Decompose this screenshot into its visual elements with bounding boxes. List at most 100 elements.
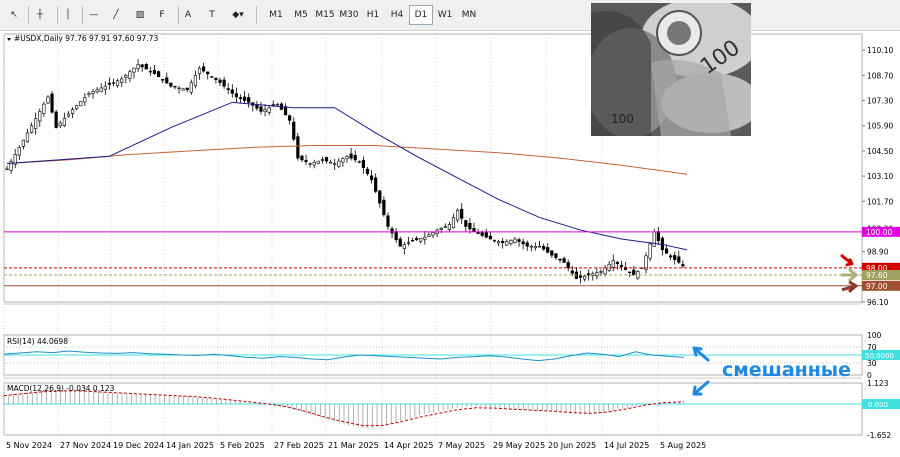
candle-bear (210, 76, 214, 78)
candle-bear (460, 208, 464, 219)
candle-bear (288, 115, 292, 121)
x-tick-label: 27 Nov 2024 (60, 441, 111, 450)
timeframe-m1-button[interactable]: M1 (264, 5, 288, 25)
candle-bear (488, 235, 492, 240)
annotation-arrow-down-icon (692, 380, 710, 396)
candle-bull (263, 109, 267, 112)
candle-bear (619, 264, 624, 267)
rsi-tick-label: 100 (867, 331, 882, 340)
y-tick-label: 110.10 (867, 46, 893, 55)
x-tick-label: 5 Feb 2025 (220, 441, 265, 450)
text-icon[interactable]: A (179, 5, 197, 25)
trendline-icon[interactable]: ╱ (107, 5, 125, 25)
candles (5, 59, 685, 284)
candle-bear (202, 66, 206, 72)
annotation-arrow-up-icon (692, 346, 710, 362)
candle-bull (99, 87, 103, 92)
candle-bear (324, 157, 329, 162)
candle-bull (337, 160, 341, 167)
timeframe-m5-button[interactable]: M5 (289, 5, 313, 25)
candle-bull (120, 78, 124, 83)
candle-bear (669, 255, 673, 258)
candle-bear (242, 96, 247, 101)
candle-bear (169, 82, 173, 87)
vertical-line-icon[interactable]: │ (59, 5, 77, 25)
candle-bear (570, 270, 574, 274)
candle-bull (648, 243, 652, 259)
candle-bull (193, 75, 198, 86)
candle-bear (480, 232, 484, 236)
annotation-text: смешанные (722, 359, 851, 381)
candle-bull (136, 64, 140, 69)
candle-bear (562, 258, 566, 263)
candle-bear (542, 245, 546, 250)
candle-bear (615, 261, 619, 264)
y-tick-label: 98.90 (867, 248, 889, 257)
candle-bear (361, 159, 365, 169)
candle-bear (681, 264, 685, 267)
candle-bear (578, 275, 583, 278)
timeframe-m15-button[interactable]: M15 (313, 5, 337, 25)
symbol-triangle-icon (7, 38, 11, 41)
rsi-label: RSI(14) 44.0698 (7, 337, 68, 346)
level-label: 100.00 (866, 228, 892, 237)
candle-bull (197, 67, 202, 75)
y-tick-label: 103.10 (867, 172, 893, 181)
candle-bear (214, 77, 218, 80)
candle-bear (378, 190, 382, 204)
timeframe-w1-button[interactable]: W1 (433, 5, 457, 25)
level-label: 97.60 (866, 271, 888, 280)
candle-bull (603, 267, 607, 275)
x-tick-label: 5 Aug 2025 (660, 441, 706, 450)
candle-bull (333, 163, 337, 165)
candle-bear (259, 106, 263, 112)
candle-bull (492, 239, 497, 242)
toolbar: ↖ ┼ │ — ╱ ▧ F A T ◆▾ M1 M5 M15 M30 H1 H4 D1 W1 MN (0, 0, 900, 31)
y-tick-label: 108.70 (867, 71, 893, 80)
symbol-info: #USDX,Daily 97.76 97.91 97.60 97.73 (14, 34, 158, 43)
candle-bull (537, 245, 542, 248)
shapes-icon[interactable]: ◆▾ (229, 5, 247, 25)
candle-bear (185, 87, 189, 91)
candle-bull (443, 226, 447, 228)
candle-bear (222, 79, 226, 87)
candle-bear (566, 262, 570, 269)
fibo-icon[interactable]: F (153, 5, 171, 25)
candle-bull (447, 224, 452, 230)
crosshair-icon[interactable]: ┼ (31, 5, 49, 25)
candle-bear (677, 256, 681, 263)
timeframe-m30-button[interactable]: M30 (337, 5, 361, 25)
candle-bull (58, 122, 62, 127)
candle-bear (304, 160, 308, 163)
candle-bear (525, 242, 529, 247)
candle-bear (468, 223, 472, 230)
candle-bear (156, 71, 161, 78)
candle-bear (161, 79, 165, 81)
candle-bull (177, 87, 181, 90)
candle-bull (652, 231, 656, 247)
timeframe-h1-button[interactable]: H1 (361, 5, 385, 25)
candle-bear (632, 269, 636, 276)
candle-bull (62, 118, 66, 126)
horizontal-line-icon[interactable]: — (85, 5, 103, 25)
x-tick-label: 19 Dec 2024 (113, 441, 164, 450)
macd-histogram (3, 389, 680, 429)
timeframe-mn-button[interactable]: MN (457, 5, 481, 25)
timeframe-d1-button[interactable]: D1 (409, 5, 433, 25)
candle-bull (66, 113, 71, 117)
candle-bear (464, 220, 468, 227)
timeframe-h4-button[interactable]: H4 (385, 5, 409, 25)
x-tick-label: 7 May 2025 (438, 441, 485, 450)
candle-bull (402, 244, 406, 249)
candle-bear (300, 155, 304, 161)
candle-bull (128, 71, 132, 79)
label-icon[interactable]: T (203, 5, 221, 25)
candle-bear (374, 177, 378, 192)
candle-bull (513, 238, 517, 243)
candle-bull (451, 217, 456, 229)
channel-icon[interactable]: ▧ (131, 5, 149, 25)
cursor-icon[interactable]: ↖ (5, 5, 23, 25)
candle-bull (599, 271, 603, 273)
candle-bear (673, 255, 677, 261)
x-tick-label: 21 Mar 2025 (328, 441, 379, 450)
